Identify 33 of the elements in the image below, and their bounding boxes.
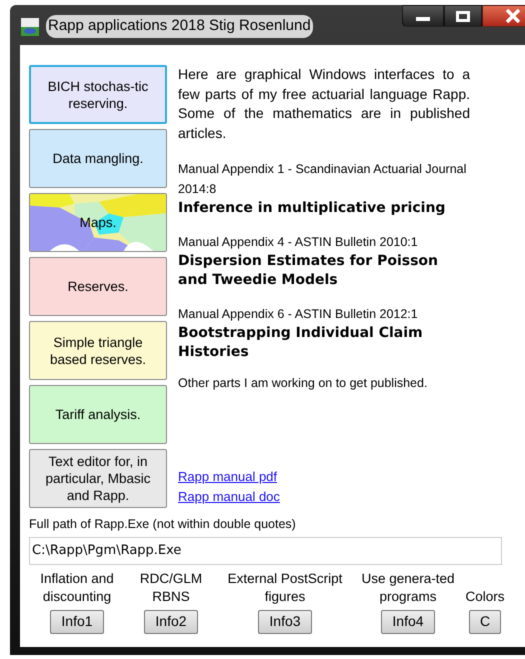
app-button[interactable]: Data mangling. (29, 129, 167, 188)
article-source: Manual Appendix 4 - ASTIN Bulletin 2010:1 (178, 234, 419, 251)
manual-link[interactable]: Rapp manual doc (178, 487, 280, 507)
app-button[interactable]: Simple triangle based reserves. (29, 321, 167, 380)
app-button[interactable]: Tariff analysis. (29, 385, 167, 444)
manual-link[interactable]: Rapp manual pdf (178, 467, 278, 487)
info-caption: Inflation and discounting (39, 570, 115, 606)
app-icon (20, 17, 40, 37)
article-source: Manual Appendix 1 - Scandinavian Actuarial Journal 2014:8 (178, 161, 468, 198)
info-caption: External PostScript figures (226, 570, 344, 606)
article-title: Bootstrapping Individual Claim Histories (178, 324, 424, 362)
article-title: Dispersion Estimates for Poisson and Tweedie Models (178, 252, 439, 290)
info-caption: RDC/GLM RBNS (138, 570, 204, 606)
path-input-field[interactable]: C:\Rapp\Pgm\Rapp.Exe (29, 536, 502, 565)
minimize-button[interactable] (402, 5, 444, 27)
info-button[interactable]: Info1 (50, 610, 104, 634)
intro-paragraph: Here are graphical Windows interfaces to a few parts of my free actuarial language Rapp. Some of the mathematics are in published articles. (178, 65, 470, 142)
info-caption: Use genera-ted programs (360, 570, 456, 606)
window-title: Rapp applications 2018 Stig Rosenlund (46, 15, 313, 38)
info-button[interactable]: C (468, 610, 502, 634)
info-button[interactable]: Info3 (258, 610, 312, 634)
maximize-button[interactable] (444, 5, 482, 27)
article-title: Inference in multiplicative pricing (178, 199, 446, 218)
close-icon (505, 9, 521, 23)
info-button[interactable]: Info2 (144, 610, 198, 634)
app-button[interactable]: Text editor for, in particular, Mbasic and Rapp. (29, 449, 167, 508)
note-text: Other parts I am working on to get published. (178, 375, 428, 392)
app-button[interactable]: BICH stochas-tic reserving. (29, 65, 167, 124)
app-button[interactable]: Reserves. (29, 257, 167, 316)
article-source: Manual Appendix 6 - ASTIN Bulletin 2012:1 (178, 306, 419, 323)
info-button[interactable]: Info4 (381, 610, 435, 634)
info-caption: Colors (465, 588, 504, 606)
path-label: Full path of Rapp.Exe (not within double quotes) (29, 516, 297, 533)
